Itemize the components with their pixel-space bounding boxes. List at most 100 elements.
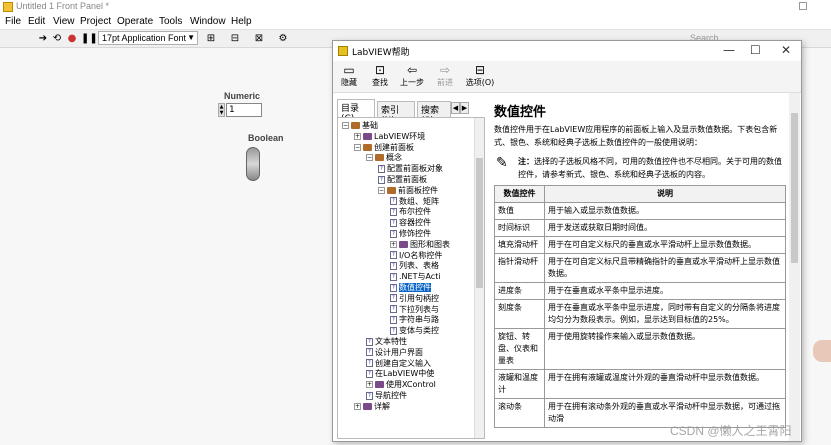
expand-icon[interactable]: + <box>366 381 373 389</box>
tree-item[interactable]: ? 修饰控件 <box>390 229 431 239</box>
collapse-icon[interactable]: − <box>378 186 385 194</box>
hide-button[interactable]: ▭ 隐藏 <box>336 63 362 88</box>
menu-help[interactable]: Help <box>231 16 252 27</box>
numeric-control[interactable]: ▲ ▼ 1 <box>218 103 262 117</box>
table-cell-control: 旋钮、转盘、仪表和量表 <box>494 328 545 370</box>
help-content-pane: 数值控件 数值控件用于在LabVIEW应用程序的前面板上输入及显示数值数据。下表… <box>488 93 788 441</box>
menu-view[interactable]: View <box>53 16 75 27</box>
tree-item[interactable]: − 前面板控件 <box>378 186 438 196</box>
content-scrollbar-thumb[interactable] <box>791 113 798 263</box>
expand-icon[interactable]: + <box>354 402 361 410</box>
tree-item[interactable]: ? 容器控件 <box>390 218 431 228</box>
tree-item[interactable]: − 基础 <box>342 121 378 131</box>
tab-scroll-left-icon[interactable]: ◀ <box>451 102 460 114</box>
tree-scrollbar-thumb[interactable] <box>476 158 483 288</box>
help-page-icon: ? <box>390 315 397 324</box>
tree-item[interactable]: ? 数值控件 <box>390 283 431 293</box>
reorder-icon[interactable]: ⚙ <box>277 33 289 45</box>
tree-item[interactable]: ? I/O名称控件 <box>390 251 442 261</box>
tree-item[interactable]: ? 数组、矩阵 <box>390 197 439 207</box>
menu-project[interactable]: Project <box>80 16 111 27</box>
help-navigation-pane: 目录(C) 索引(N) 搜索(S) ◀▶ −基础+LabVIEW环境−创建前面板… <box>337 99 485 439</box>
back-label: 上一步 <box>400 78 424 87</box>
tree-item[interactable]: ? 文本特性 <box>366 337 407 347</box>
tree-item-label: 字符串与路 <box>399 315 439 325</box>
options-label: 选项(O) <box>465 78 495 87</box>
locate-icon: ⊡ <box>374 63 386 77</box>
table-cell-control: 刻度条 <box>494 299 545 329</box>
forward-icon: ⇨ <box>439 63 451 77</box>
tree-item[interactable]: ? 设计用户界面 <box>366 348 423 358</box>
menu-window[interactable]: Window <box>190 16 226 27</box>
numeric-controls-table: 数值控件 说明 数值 用于输入或显示数值数据。 时间标识 用于发送或获取日期时间值。填… <box>494 185 786 428</box>
abort-icon[interactable]: ● <box>66 33 78 45</box>
menu-tools[interactable]: Tools <box>159 16 182 27</box>
expand-icon[interactable]: + <box>390 240 397 248</box>
tree-item[interactable]: ? 布尔控件 <box>390 207 431 217</box>
tree-item[interactable]: ? 字符串与路 <box>390 315 439 325</box>
collapse-icon[interactable]: − <box>366 154 373 162</box>
tree-item[interactable]: ? 导航控件 <box>366 391 407 401</box>
resize-objects-icon[interactable]: ⊠ <box>253 33 265 45</box>
tree-item-label: 导航控件 <box>375 391 407 400</box>
forward-button[interactable]: ⇨ 前进 <box>432 63 458 88</box>
table-cell-control: 进度条 <box>494 282 545 300</box>
tree-item-label: 基础 <box>362 121 378 130</box>
close-icon[interactable]: ✕ <box>781 43 791 57</box>
tab-scroll-right-icon[interactable]: ▶ <box>460 102 469 114</box>
align-objects-icon[interactable]: ⊞ <box>205 33 217 45</box>
tree-item[interactable]: − 概念 <box>366 153 402 163</box>
collapse-icon[interactable]: − <box>342 122 349 129</box>
boolean-toggle-switch[interactable] <box>246 147 260 181</box>
tree-item[interactable]: ? 创建自定义输入 <box>366 359 431 369</box>
locate-button[interactable]: ⊡ 查找 <box>367 63 393 88</box>
tree-item-label: LabVIEW环境 <box>374 131 426 141</box>
tree-item[interactable]: ? 下拉列表与 <box>390 305 439 315</box>
numeric-stepper[interactable]: ▲ ▼ <box>218 103 225 117</box>
menu-edit[interactable]: Edit <box>28 16 45 27</box>
tree-scrollbar[interactable] <box>474 118 484 438</box>
run-arrow-icon[interactable]: ➔ <box>37 33 49 45</box>
help-page-icon: ? <box>366 337 373 346</box>
table-row: 旋钮、转盘、仪表和量表 用于使用旋转操作来输入或显示数值数据。 <box>494 328 786 370</box>
tree-item[interactable]: ? 引用句柄控 <box>390 294 439 304</box>
distribute-objects-icon[interactable]: ⊟ <box>229 33 241 45</box>
tree-item[interactable]: + 使用XControl <box>366 380 436 390</box>
tree-item[interactable]: ? 变体与类控 <box>390 326 439 336</box>
tree-item[interactable]: + 图形和图表 <box>390 240 450 250</box>
labview-help-window: LabVIEW帮助 — ☐ ✕ ▭ 隐藏 ⊡ 查找 ⇦ 上一步 ⇨ 前进 ⊟ 选… <box>332 40 802 442</box>
tree-item-label: 详解 <box>374 401 390 411</box>
font-dropdown[interactable]: 17pt Application Font ▼ <box>98 31 198 45</box>
collapse-icon[interactable]: − <box>354 143 361 151</box>
help-page-icon: ? <box>366 369 373 378</box>
tree-item[interactable]: − 创建前面板 <box>354 143 414 153</box>
tree-item[interactable]: ? 配置前面板对象 <box>378 164 443 174</box>
menu-file[interactable]: File <box>5 16 21 27</box>
tree-item[interactable]: + 详解 <box>354 402 390 412</box>
tab-index[interactable]: 索引(N) <box>377 101 415 126</box>
tree-item[interactable]: ? 配置前面板 <box>378 175 427 185</box>
tab-contents[interactable]: 目录(C) <box>337 99 375 124</box>
help-page-icon: ? <box>390 305 397 314</box>
pause-icon[interactable]: ❚❚ <box>81 33 98 45</box>
table-row: 填充滑动杆 用于在可自定义标尺的垂直或水平滑动杆上显示数值数据。 <box>494 236 786 254</box>
maximize-icon[interactable] <box>799 2 807 10</box>
expand-icon[interactable]: + <box>354 132 361 140</box>
note-body: 选择的子选板风格不同，可用的数值控件也不尽相同。关于可用的数值控件，请参考新式、… <box>518 157 782 179</box>
tree-item[interactable]: ? 在LabVIEW中使 <box>366 369 434 379</box>
tree-item[interactable]: ? 列表、表格 <box>390 261 439 271</box>
contents-tree[interactable]: − 基础 + LabVIEW环境 − 创建前面板 − 概念? 配置前面板对象? 配置前面板 − 前面板… <box>337 117 485 439</box>
tree-item-label: 在LabVIEW中使 <box>375 369 435 379</box>
tree-item[interactable]: + LabVIEW环境 <box>354 132 425 142</box>
menu-operate[interactable]: Operate <box>117 16 153 27</box>
run-continuously-icon[interactable]: ⟲ <box>51 33 63 45</box>
maximize-icon[interactable]: ☐ <box>750 43 761 57</box>
content-scrollbar[interactable] <box>789 93 800 441</box>
back-button[interactable]: ⇦ 上一步 <box>399 63 425 88</box>
options-button[interactable]: ⊟ 选项(O) <box>463 63 497 88</box>
tree-item[interactable]: ? .NET与Acti <box>390 272 441 282</box>
tab-search[interactable]: 搜索(S) <box>417 101 451 117</box>
minimize-icon[interactable]: — <box>723 43 735 57</box>
numeric-field[interactable]: 1 <box>226 103 262 117</box>
tree-item-label: 下拉列表与 <box>399 304 439 314</box>
